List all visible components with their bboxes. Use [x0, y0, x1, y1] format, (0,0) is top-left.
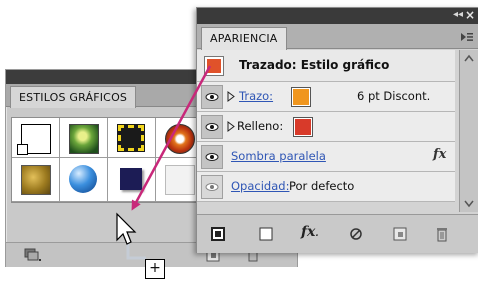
mouse-pointer-icon	[116, 212, 137, 245]
copy-plus-badge-icon: +	[145, 259, 165, 279]
drag-indicator-overlay	[116, 65, 212, 260]
drag-arrow	[131, 65, 212, 211]
